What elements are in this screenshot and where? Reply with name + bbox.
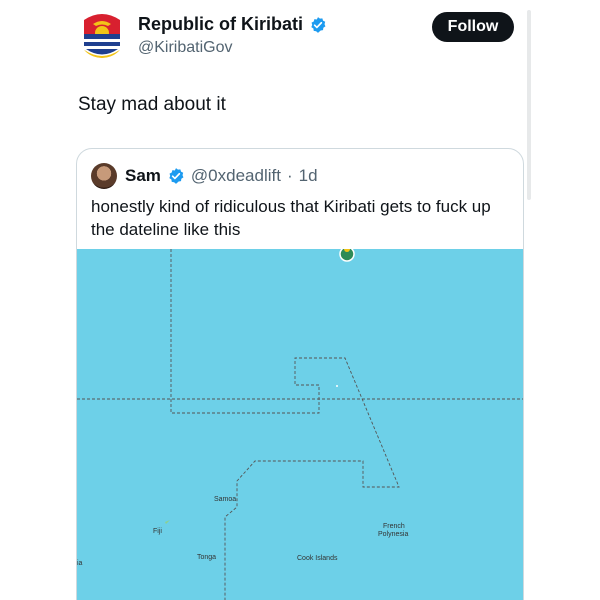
dateline-map: Samoa Fiji Tonga Cook Islands French Pol… (77, 249, 523, 600)
post-text: Stay mad about it (78, 94, 226, 115)
quote-author-handle[interactable]: @0xdeadlift (191, 166, 281, 186)
label-french-polynesia-1: French (383, 523, 405, 530)
author-name[interactable]: Republic of Kiribati (138, 14, 303, 35)
follow-button[interactable]: Follow (432, 12, 514, 42)
quote-text: honestly kind of ridiculous that Kiribat… (91, 197, 491, 239)
verified-badge-icon (169, 168, 184, 184)
quote-header: Sam @0xdeadlift · 1d (91, 163, 318, 189)
scrollbar[interactable] (527, 10, 531, 200)
post: Republic of Kiribati @KiribatiGov Follow… (0, 0, 600, 600)
map-image[interactable]: Samoa Fiji Tonga Cook Islands French Pol… (77, 249, 523, 600)
label-tonga: Tonga (197, 554, 216, 561)
label-cook-islands: Cook Islands (297, 555, 338, 562)
kiribati-flag-avatar[interactable] (78, 10, 126, 58)
label-french-polynesia-2: Polynesia (378, 531, 408, 538)
hawaii-marker (339, 249, 355, 262)
quote-avatar[interactable] (91, 163, 117, 189)
author-handle[interactable]: @KiribatiGov (138, 39, 327, 57)
quote-timestamp[interactable]: 1d (299, 166, 318, 186)
island-dot (336, 385, 338, 387)
separator-dot: · (286, 166, 293, 185)
quoted-post[interactable]: Sam @0xdeadlift · 1d honestly kind of ri… (76, 148, 524, 600)
verified-badge-icon (311, 16, 326, 33)
label-samoa: Samoa (214, 496, 236, 503)
kiribati-flag-icon (78, 10, 126, 58)
quote-author-name[interactable]: Sam (125, 166, 161, 186)
author-block: Republic of Kiribati @KiribatiGov (138, 14, 327, 57)
label-fiji: Fiji (153, 528, 162, 535)
label-edge: ia (77, 560, 83, 567)
ocean (77, 249, 523, 600)
